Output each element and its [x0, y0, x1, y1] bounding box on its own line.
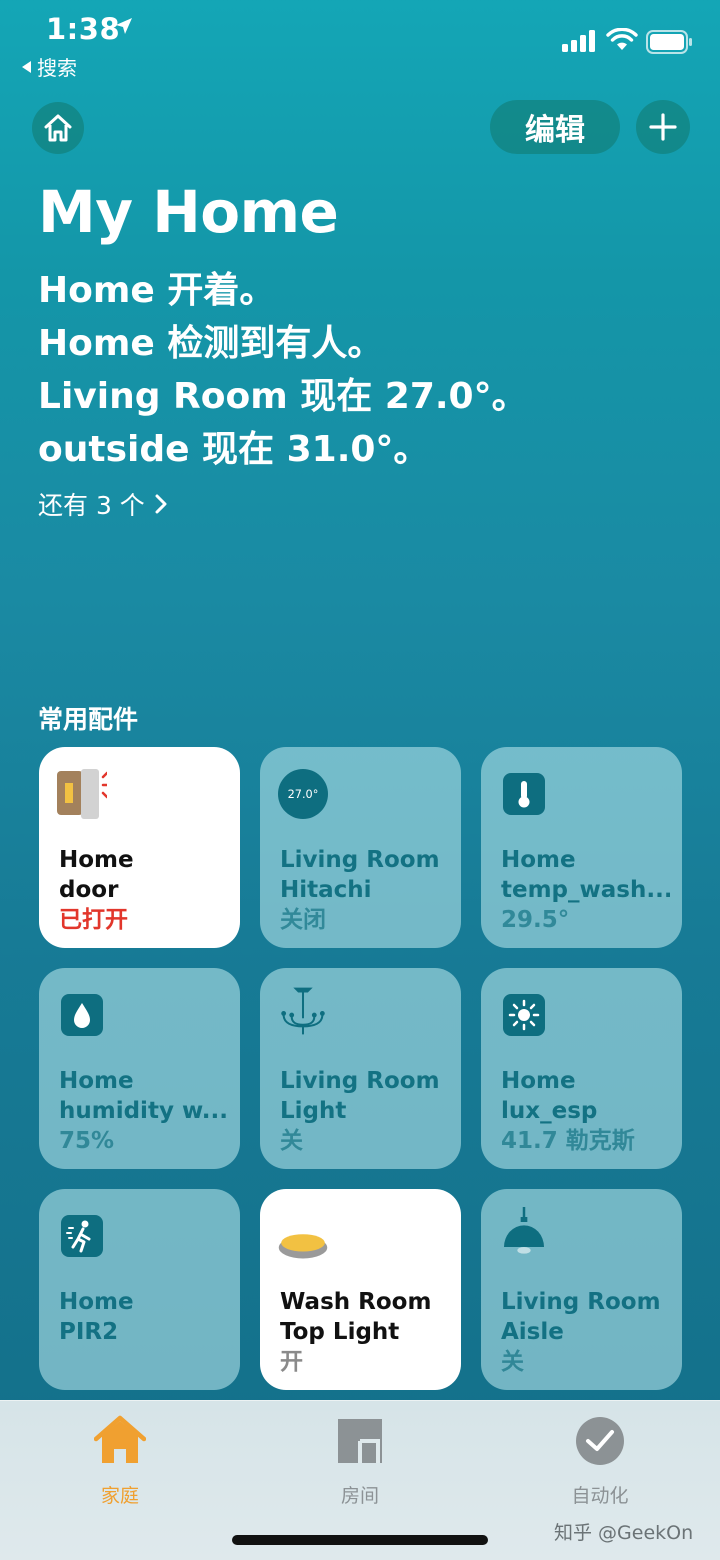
automation-tab-icon [576, 1417, 624, 1465]
watermark: 知乎 @GeekOn [554, 1522, 694, 1544]
tile-room-label: Living Room [280, 1068, 440, 1094]
home-tab-icon [93, 1415, 147, 1463]
chandelier-icon [281, 987, 325, 1035]
accessory-tile-lux-esp[interactable]: Home lux_esp 41.7 勒克斯 [481, 968, 682, 1169]
summary-line: Home 开着。 [38, 270, 276, 311]
accessory-tile-humidity[interactable]: Home humidity w... 75% [39, 968, 240, 1169]
ceiling-light-icon [278, 1234, 328, 1259]
location-arrow-icon [116, 18, 132, 34]
add-button[interactable] [636, 100, 690, 154]
tab-label: 自动化 [571, 1485, 629, 1507]
tile-accessory-name: lux_esp [501, 1098, 598, 1124]
accessory-tile-temp-wash[interactable]: Home temp_wash... 29.5° [481, 747, 682, 948]
tile-accessory-name: Aisle [501, 1319, 564, 1345]
home-settings-button[interactable] [32, 102, 84, 154]
tile-accessory-name: humidity w... [59, 1098, 228, 1124]
clock: 1:38 [46, 12, 121, 46]
tile-accessory-name: temp_wash... [501, 877, 670, 903]
tile-status: 75% [59, 1128, 115, 1154]
motion-sensor-icon [61, 1215, 103, 1257]
tile-room-label: Home [59, 1289, 134, 1315]
tile-status: 关 [501, 1349, 524, 1375]
tile-room-label: Home [501, 1068, 576, 1094]
accessory-tile-pir2[interactable]: Home PIR2 [39, 1189, 240, 1390]
tab-label: 房间 [340, 1485, 379, 1507]
home-icon [44, 114, 72, 142]
tile-status: 开 [280, 1349, 303, 1375]
tile-room-label: Wash Room [280, 1289, 432, 1315]
tile-room-label: Home [59, 1068, 134, 1094]
battery-icon [646, 30, 692, 54]
thermostat-icon: 27.0° [278, 769, 328, 819]
tile-room-label: Home [501, 847, 576, 873]
tile-accessory-name: Top Light [280, 1319, 400, 1345]
door-open-icon [57, 769, 107, 819]
status-bar: 1:38 搜索 [0, 0, 720, 90]
back-to-search-link[interactable]: 搜索 [22, 52, 77, 81]
back-link-label: 搜索 [37, 56, 77, 80]
summary-line: Living Room 现在 27.0°。 [38, 376, 528, 417]
tile-status: 41.7 勒克斯 [501, 1128, 635, 1154]
accessory-tile-wash-room-top-light[interactable]: Wash Room Top Light 开 [260, 1189, 461, 1390]
tile-status: 关 [280, 1128, 303, 1154]
tile-room-label: Home [59, 847, 134, 873]
tab-home[interactable]: 家庭 [50, 1415, 190, 1508]
tile-accessory-name: door [59, 877, 119, 903]
tile-status: 关闭 [280, 907, 326, 933]
accessory-tile-door[interactable]: Home door 已打开 [39, 747, 240, 948]
home-status-summary: Home 开着。 Home 检测到有人。 Living Room 现在 27.0… [38, 264, 528, 476]
tile-room-label: Living Room [280, 847, 440, 873]
tile-accessory-name: Hitachi [280, 877, 372, 903]
tile-room-label: Living Room [501, 1289, 661, 1315]
tile-accessory-name: Light [280, 1098, 347, 1124]
tile-accessory-name: PIR2 [59, 1319, 119, 1345]
favorites-section-title: 常用配件 [38, 705, 139, 734]
tile-status: 已打开 [59, 907, 128, 933]
tile-status: 29.5° [501, 907, 570, 933]
thermostat-value: 27.0° [288, 788, 319, 801]
light-sensor-icon [503, 994, 545, 1036]
home-indicator[interactable] [232, 1535, 488, 1545]
edit-button[interactable]: 编辑 [490, 100, 620, 154]
plus-icon [649, 113, 677, 141]
summary-line: Home 检测到有人。 [38, 323, 384, 364]
cellular-signal-icon [562, 30, 595, 52]
accessory-tile-aisle[interactable]: Living Room Aisle 关 [481, 1189, 682, 1390]
rooms-tab-icon [338, 1419, 382, 1463]
thermometer-icon [503, 773, 545, 815]
wifi-icon [606, 28, 638, 50]
accessory-tile-living-room-light[interactable]: Living Room Light 关 [260, 968, 461, 1169]
more-status-label: 还有 3 个 [38, 491, 145, 520]
page-title: My Home [38, 178, 339, 246]
tab-rooms[interactable]: 房间 [290, 1415, 430, 1508]
chevron-right-icon [155, 494, 167, 514]
accessory-tile-hitachi[interactable]: 27.0° Living Room Hitachi 关闭 [260, 747, 461, 948]
summary-line: outside 现在 31.0°。 [38, 429, 430, 470]
tab-label: 家庭 [100, 1485, 139, 1507]
back-arrow-icon [22, 60, 31, 73]
tab-automation[interactable]: 自动化 [530, 1415, 670, 1508]
humidity-drop-icon [61, 994, 103, 1036]
pendant-lamp-icon [504, 1207, 544, 1254]
more-status-link[interactable]: 还有 3 个 [38, 486, 167, 522]
